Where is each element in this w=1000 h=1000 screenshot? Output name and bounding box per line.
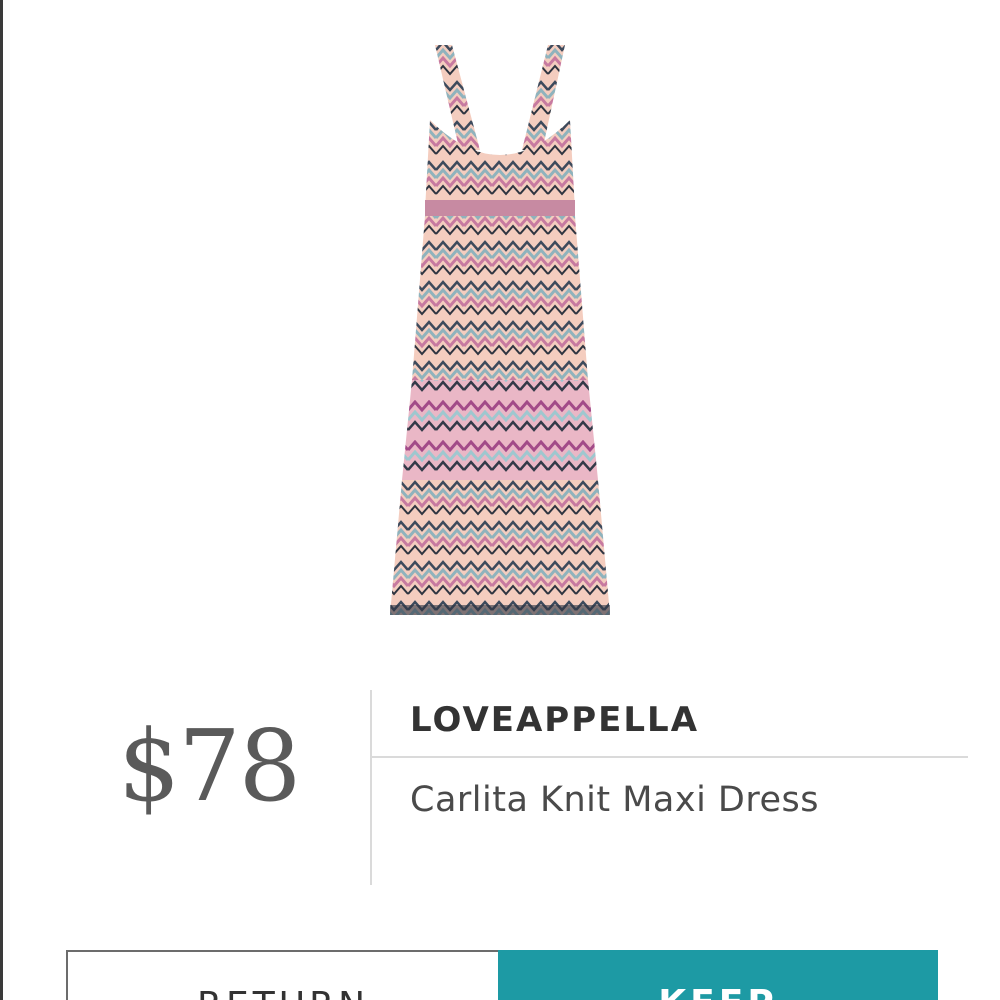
brand-name: LOVEAPPELLA [410,700,700,740]
product-name: Carlita Knit Maxi Dress [410,780,820,820]
dress-illustration [390,45,610,615]
product-card: $78 LOVEAPPELLA Carlita Knit Maxi Dress … [0,0,1000,1000]
return-button[interactable]: RETURN [66,950,498,1000]
item-price: $78 [118,710,301,824]
horizontal-divider [372,756,968,758]
vertical-divider [370,690,372,885]
keep-button[interactable]: KEEP [498,950,938,1000]
product-image [380,40,620,620]
left-border [0,0,3,1000]
